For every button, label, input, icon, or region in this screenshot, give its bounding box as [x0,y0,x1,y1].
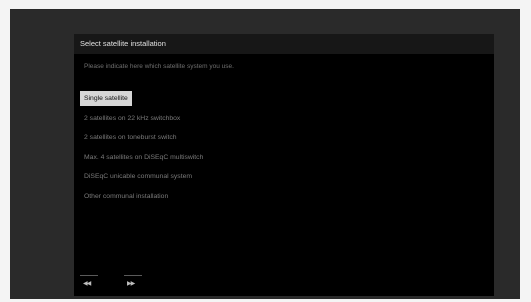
option-4-satellites-diseqc[interactable]: Max. 4 satellites on DiSEqC multiswitch [80,151,207,165]
dialog-header: Select satellite installation [74,34,494,54]
back-button-underline [80,275,98,276]
forward-button-underline [124,275,142,276]
back-button[interactable]: ◀◀ [80,275,98,291]
satellite-installation-dialog: Select satellite installation Please ind… [74,34,494,296]
option-label: Single satellite [80,91,132,106]
rewind-icon: ◀◀ [83,281,91,287]
option-single-satellite[interactable]: Single satellite [80,87,207,112]
dialog-subtitle: Please indicate here which satellite sys… [84,63,234,70]
forward-button[interactable]: ▶▶ [124,275,142,291]
option-diseqc-unicable[interactable]: DiSEqC unicable communal system [80,170,207,184]
fast-forward-icon: ▶▶ [127,281,135,287]
tv-screen-frame: Select satellite installation Please ind… [10,9,520,299]
option-2-satellites-22khz[interactable]: 2 satellites on 22 kHz switchbox [80,112,207,126]
option-2-satellites-toneburst[interactable]: 2 satellites on toneburst switch [80,131,207,145]
satellite-option-list: Single satellite 2 satellites on 22 kHz … [80,87,207,209]
dialog-title: Select satellite installation [80,39,166,48]
option-other-communal[interactable]: Other communal installation [80,190,207,204]
